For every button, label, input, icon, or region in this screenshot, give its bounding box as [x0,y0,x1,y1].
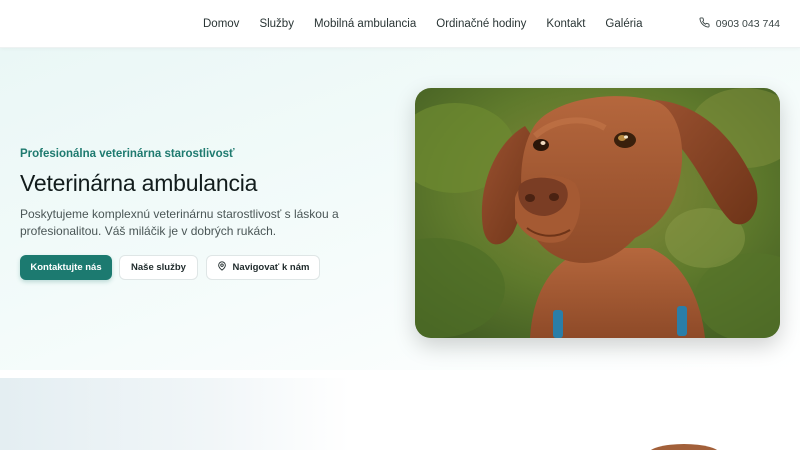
navigate-button[interactable]: Navigovať k nám [206,255,320,280]
lower-section-background [0,378,350,450]
phone-link[interactable]: 0903 043 744 [699,0,780,48]
services-button-label: Naše služby [131,262,186,273]
hero-description: Poskytujeme komplexnú veterinárnu staros… [20,207,339,238]
main-nav: Domov Služby Mobilná ambulancia Ordinačn… [193,0,653,48]
dog-photo [415,88,780,338]
hero-tagline: Profesionálna veterinárna starostlivosť [20,148,235,160]
contact-button[interactable]: Kontaktujte nás [20,255,112,280]
phone-number: 0903 043 744 [715,18,780,30]
nav-item-office-hours[interactable]: Ordinačné hodiny [426,0,536,48]
page-title: Veterinárna ambulancia [20,170,258,196]
nav-item-mobile-ambulance[interactable]: Mobilná ambulancia [304,0,426,48]
lower-section-decoration [648,444,720,450]
nav-item-contact[interactable]: Kontakt [536,0,595,48]
site-header: Domov Služby Mobilná ambulancia Ordinačn… [0,0,800,48]
nav-item-home[interactable]: Domov [193,0,249,48]
nav-item-gallery[interactable]: Galéria [595,0,652,48]
map-pin-icon [217,261,227,274]
nav-item-services[interactable]: Služby [249,0,304,48]
contact-button-label: Kontaktujte nás [30,262,102,273]
services-button[interactable]: Naše služby [119,255,198,280]
navigate-button-label: Navigovať k nám [232,262,310,273]
phone-icon [699,17,710,31]
